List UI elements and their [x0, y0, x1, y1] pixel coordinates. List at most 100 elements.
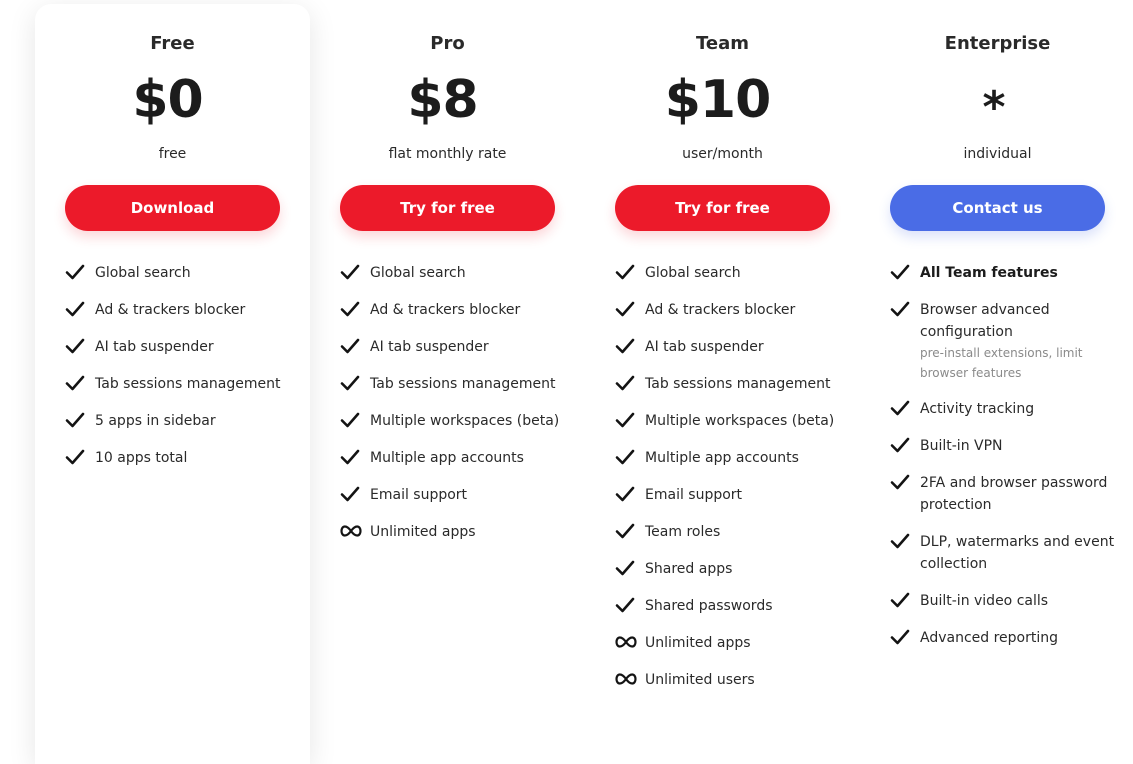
plan-card-team: Team $10 user/month Try for free Global … [585, 4, 860, 764]
feature-item: Unlimited users [615, 669, 840, 691]
feature-label: AI tab suspender [645, 339, 764, 355]
feature-item: Built-in VPN [890, 435, 1115, 457]
feature-label: Tab sessions management [645, 376, 831, 392]
check-icon [890, 473, 910, 491]
try-for-free-button[interactable]: Try for free [615, 185, 830, 231]
feature-label: Email support [370, 487, 468, 503]
feature-item: Multiple workspaces (beta) [340, 410, 565, 432]
feature-item: Team roles [615, 521, 840, 543]
check-icon [340, 263, 360, 281]
infinity-icon [340, 522, 362, 540]
feature-label: Global search [370, 265, 466, 281]
feature-list: Global search Ad & trackers blocker AI tab… [340, 262, 565, 558]
feature-label: 2FA and browser password protection [920, 475, 1108, 513]
feature-item: All Team features [890, 262, 1115, 284]
plan-card-free: Free $0 free Download Global search Ad & … [35, 4, 310, 764]
feature-label: Team roles [645, 524, 721, 540]
pricing-table: Free $0 free Download Global search Ad & … [35, 4, 1133, 764]
check-icon [65, 448, 85, 466]
feature-label: Multiple app accounts [645, 450, 799, 466]
plan-price: * [982, 82, 1005, 133]
plan-name: Free [150, 33, 195, 54]
check-icon [615, 448, 635, 466]
infinity-icon [615, 633, 637, 651]
feature-label: 10 apps total [95, 450, 188, 466]
check-icon [340, 448, 360, 466]
plan-price: $0 [132, 70, 203, 130]
feature-label: Multiple app accounts [370, 450, 524, 466]
feature-label: Unlimited apps [370, 524, 476, 540]
feature-item: Unlimited apps [340, 521, 565, 543]
feature-label: All Team features [920, 265, 1058, 281]
plan-card-enterprise: Enterprise * individual Contact us All T… [860, 4, 1133, 764]
check-icon [890, 591, 910, 609]
feature-item: Shared passwords [615, 595, 840, 617]
feature-label: Global search [95, 265, 191, 281]
feature-item: Built-in video calls [890, 590, 1115, 612]
feature-label: AI tab suspender [95, 339, 214, 355]
check-icon [340, 374, 360, 392]
check-icon [340, 485, 360, 503]
plan-price: $10 [664, 70, 772, 130]
feature-label: Tab sessions management [95, 376, 281, 392]
feature-item: AI tab suspender [615, 336, 840, 358]
plan-name: Enterprise [944, 33, 1051, 54]
plan-price: $8 [407, 70, 478, 130]
feature-label: Ad & trackers blocker [645, 302, 796, 318]
check-icon [615, 263, 635, 281]
check-icon [890, 436, 910, 454]
check-icon [615, 300, 635, 318]
plan-unit: flat monthly rate [388, 146, 507, 162]
feature-label: Ad & trackers blocker [95, 302, 246, 318]
feature-list: Global search Ad & trackers blocker AI tab… [615, 262, 840, 706]
contact-us-button[interactable]: Contact us [890, 185, 1105, 231]
feature-item: AI tab suspender [340, 336, 565, 358]
feature-label: Shared apps [645, 561, 733, 577]
feature-item: Global search [340, 262, 565, 284]
feature-item: Browser advanced configuration pre-instal… [890, 299, 1115, 383]
feature-item: Activity tracking [890, 398, 1115, 420]
check-icon [340, 300, 360, 318]
feature-label: Shared passwords [645, 598, 773, 614]
feature-label: DLP, watermarks and event collection [920, 534, 1115, 572]
check-icon [890, 263, 910, 281]
feature-label: Tab sessions management [370, 376, 556, 392]
plan-name: Team [696, 33, 749, 54]
feature-item: Advanced reporting [890, 627, 1115, 649]
feature-list: All Team features Browser advanced config… [890, 262, 1115, 664]
plan-card-pro: Pro $8 flat monthly rate Try for free Gl… [310, 4, 585, 764]
infinity-icon [615, 670, 637, 688]
check-icon [65, 374, 85, 392]
feature-label: Unlimited users [645, 672, 755, 688]
feature-label: Activity tracking [920, 401, 1035, 417]
feature-item: Unlimited apps [615, 632, 840, 654]
feature-note: pre-install extensions, limit browser fe… [920, 346, 1083, 380]
feature-item: 2FA and browser password protection [890, 472, 1115, 516]
check-icon [340, 337, 360, 355]
plan-name: Pro [430, 33, 465, 54]
check-icon [615, 522, 635, 540]
feature-label: Multiple workspaces (beta) [645, 413, 835, 429]
check-icon [615, 596, 635, 614]
feature-label: Ad & trackers blocker [370, 302, 521, 318]
feature-item: Tab sessions management [65, 373, 290, 395]
feature-label: 5 apps in sidebar [95, 413, 216, 429]
feature-item: Email support [340, 484, 565, 506]
feature-item: 10 apps total [65, 447, 290, 469]
check-icon [890, 300, 910, 318]
feature-item: Multiple app accounts [340, 447, 565, 469]
check-icon [65, 300, 85, 318]
feature-item: 5 apps in sidebar [65, 410, 290, 432]
feature-label: Browser advanced configuration [920, 302, 1050, 340]
feature-item: Global search [65, 262, 290, 284]
feature-item: Tab sessions management [615, 373, 840, 395]
check-icon [615, 485, 635, 503]
feature-label: Unlimited apps [645, 635, 751, 651]
try-for-free-button[interactable]: Try for free [340, 185, 555, 231]
download-button[interactable]: Download [65, 185, 280, 231]
feature-label: Advanced reporting [920, 630, 1059, 646]
feature-item: Multiple workspaces (beta) [615, 410, 840, 432]
feature-label: Built-in VPN [920, 438, 1003, 454]
check-icon [890, 628, 910, 646]
feature-list: Global search Ad & trackers blocker AI tab… [65, 262, 290, 484]
